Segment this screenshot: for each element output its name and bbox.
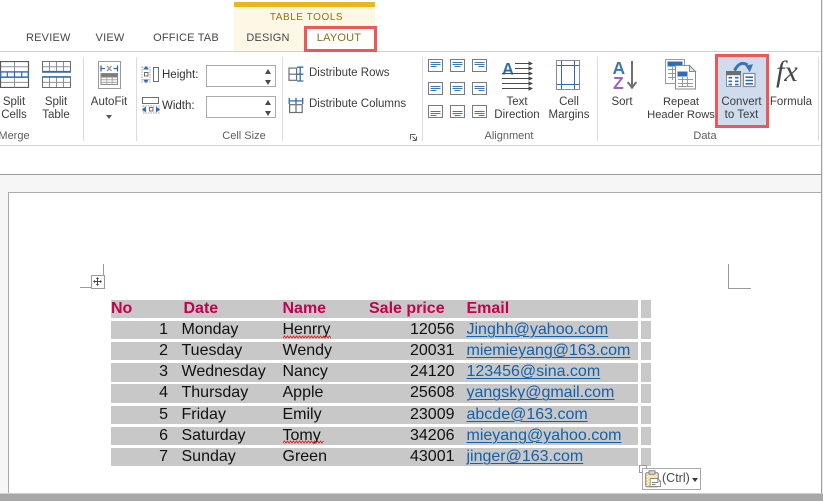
svg-text:A: A <box>502 61 514 79</box>
svg-text:Z: Z <box>613 73 624 90</box>
